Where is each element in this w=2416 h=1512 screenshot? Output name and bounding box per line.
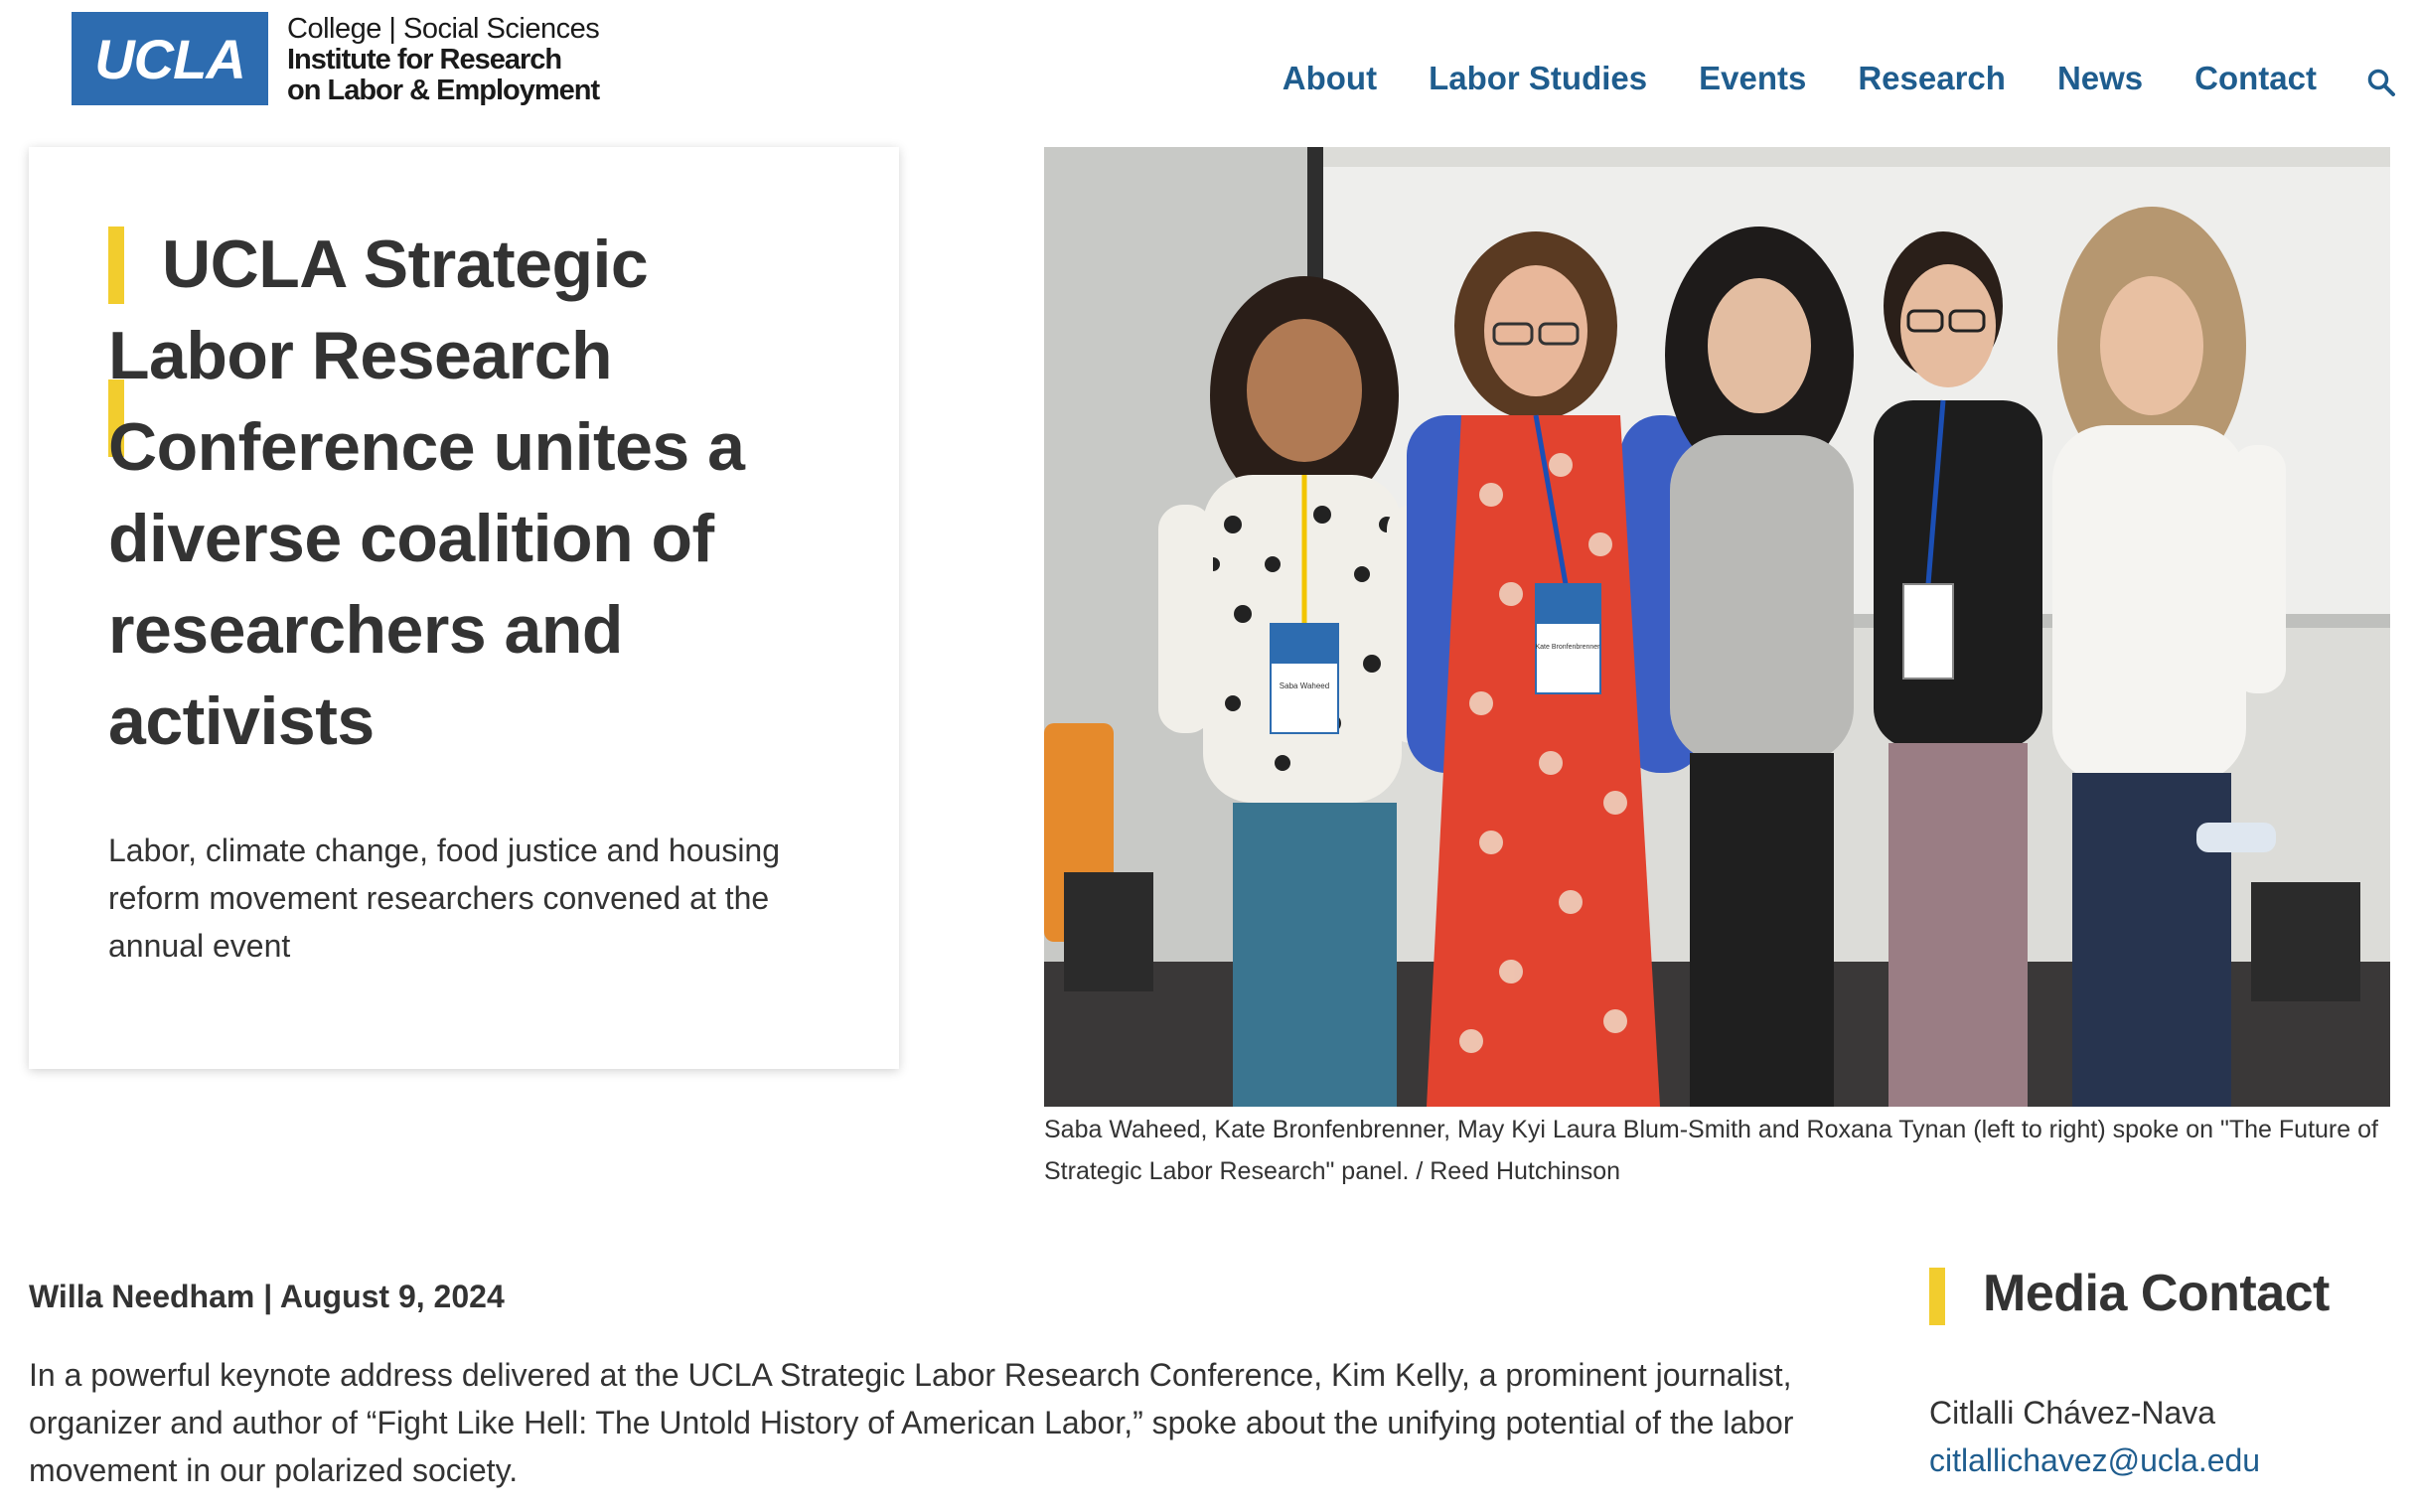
- badge-name-1: Saba Waheed: [1280, 681, 1329, 690]
- nav-events[interactable]: Events: [1699, 60, 1806, 97]
- article-title: UCLA Strategic Labor Research Conference…: [108, 227, 745, 759]
- page: UCLA College | Social Sciences Institute…: [0, 0, 2416, 1512]
- site-logo[interactable]: UCLA College | Social Sciences Institute…: [72, 12, 600, 106]
- logo-line-institute: Institute for Research: [287, 44, 562, 76]
- institute-name: College | Social Sciences Institute for …: [287, 13, 600, 106]
- article-photo: Saba Waheed Kate Bronfenbrenner: [1044, 147, 2390, 1107]
- hero-card: UCLA Strategic Labor Research Conference…: [29, 147, 899, 1069]
- media-contact-name: Citlalli Chávez-Nava: [1929, 1395, 2216, 1431]
- ucla-logo-mark: UCLA: [72, 12, 268, 105]
- media-contact-email[interactable]: citlallichavez@ucla.edu: [1929, 1442, 2260, 1479]
- article-body: In a powerful keynote address delivered …: [29, 1357, 1794, 1488]
- nav-labor-studies[interactable]: Labor Studies: [1429, 60, 1647, 97]
- nav-contact[interactable]: Contact: [2194, 60, 2317, 97]
- nav-news[interactable]: News: [2057, 60, 2143, 97]
- media-contact-accent-bar: [1929, 1268, 1945, 1325]
- main-nav: About Labor Studies Events Research News…: [1231, 60, 2396, 97]
- logo-line-labor: on Labor & Employment: [287, 75, 600, 106]
- logo-line-college: College | Social Sciences: [287, 13, 600, 45]
- media-contact-heading: Media Contact: [1983, 1265, 2330, 1322]
- badge-name-2: Kate Bronfenbrenner: [1536, 644, 1601, 651]
- nav-about[interactable]: About: [1283, 60, 1377, 97]
- byline: Willa Needham | August 9, 2024: [29, 1279, 505, 1314]
- nav-research[interactable]: Research: [1858, 60, 2006, 97]
- article-subtitle: Labor, climate change, food justice and …: [108, 832, 781, 964]
- person-3: [1665, 227, 1854, 1107]
- search-icon[interactable]: [2366, 68, 2396, 97]
- photo-caption: Saba Waheed, Kate Bronfenbrenner, May Ky…: [1044, 1116, 2378, 1185]
